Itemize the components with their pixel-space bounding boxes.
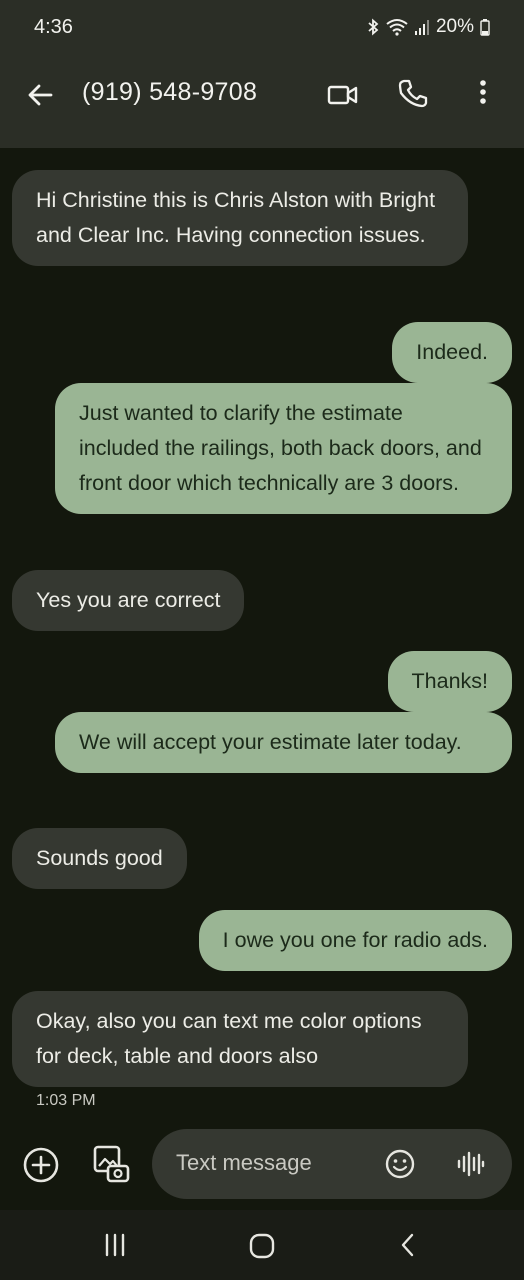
status-bar: 4:36 20% <box>0 0 524 58</box>
message-composer: Text message <box>0 1128 524 1210</box>
system-nav-bar <box>0 1210 524 1280</box>
message-input[interactable]: Text message <box>152 1129 512 1199</box>
message-bubble-incoming[interactable]: Yes you are correct <box>12 570 245 631</box>
status-icons: 20% <box>366 16 490 38</box>
message-bubble-outgoing[interactable]: Indeed. <box>392 322 512 383</box>
contact-name[interactable]: (919) 548-9708 <box>82 78 257 107</box>
message-thread[interactable]: Hi Christine this is Chris Alston with B… <box>0 148 524 1128</box>
voice-icon[interactable] <box>454 1148 486 1180</box>
add-icon[interactable] <box>22 1146 60 1184</box>
recents-icon[interactable] <box>102 1232 128 1258</box>
conversation-header: (919) 548-9708 <box>0 58 524 148</box>
gallery-icon[interactable] <box>92 1144 130 1184</box>
signal-icon <box>414 18 430 36</box>
status-time: 4:36 <box>34 16 73 38</box>
emoji-icon[interactable] <box>384 1148 416 1180</box>
home-icon[interactable] <box>248 1232 276 1260</box>
message-timestamp: 1:03 PM <box>36 1092 96 1109</box>
video-call-icon[interactable] <box>326 78 360 112</box>
message-bubble-outgoing[interactable]: Thanks! <box>387 651 512 712</box>
phone-icon[interactable] <box>396 76 430 110</box>
message-bubble-outgoing[interactable]: Just wanted to clarify the estimate incl… <box>55 383 512 514</box>
message-bubble-outgoing[interactable]: We will accept your estimate later today… <box>55 712 512 773</box>
wifi-icon <box>386 18 408 36</box>
message-input-placeholder: Text message <box>176 1150 312 1175</box>
battery-percent: 20% <box>435 16 474 37</box>
back-arrow-icon[interactable] <box>24 78 58 112</box>
more-vert-icon[interactable] <box>470 76 496 110</box>
back-icon[interactable] <box>396 1232 420 1258</box>
message-bubble-incoming[interactable]: Hi Christine this is Chris Alston with B… <box>12 170 468 266</box>
message-bubble-outgoing[interactable]: I owe you one for radio ads. <box>198 910 512 971</box>
battery-icon <box>480 18 490 36</box>
bluetooth-icon <box>366 18 380 36</box>
message-bubble-incoming[interactable]: Okay, also you can text me color options… <box>12 991 468 1087</box>
message-bubble-incoming[interactable]: Sounds good <box>12 828 187 889</box>
